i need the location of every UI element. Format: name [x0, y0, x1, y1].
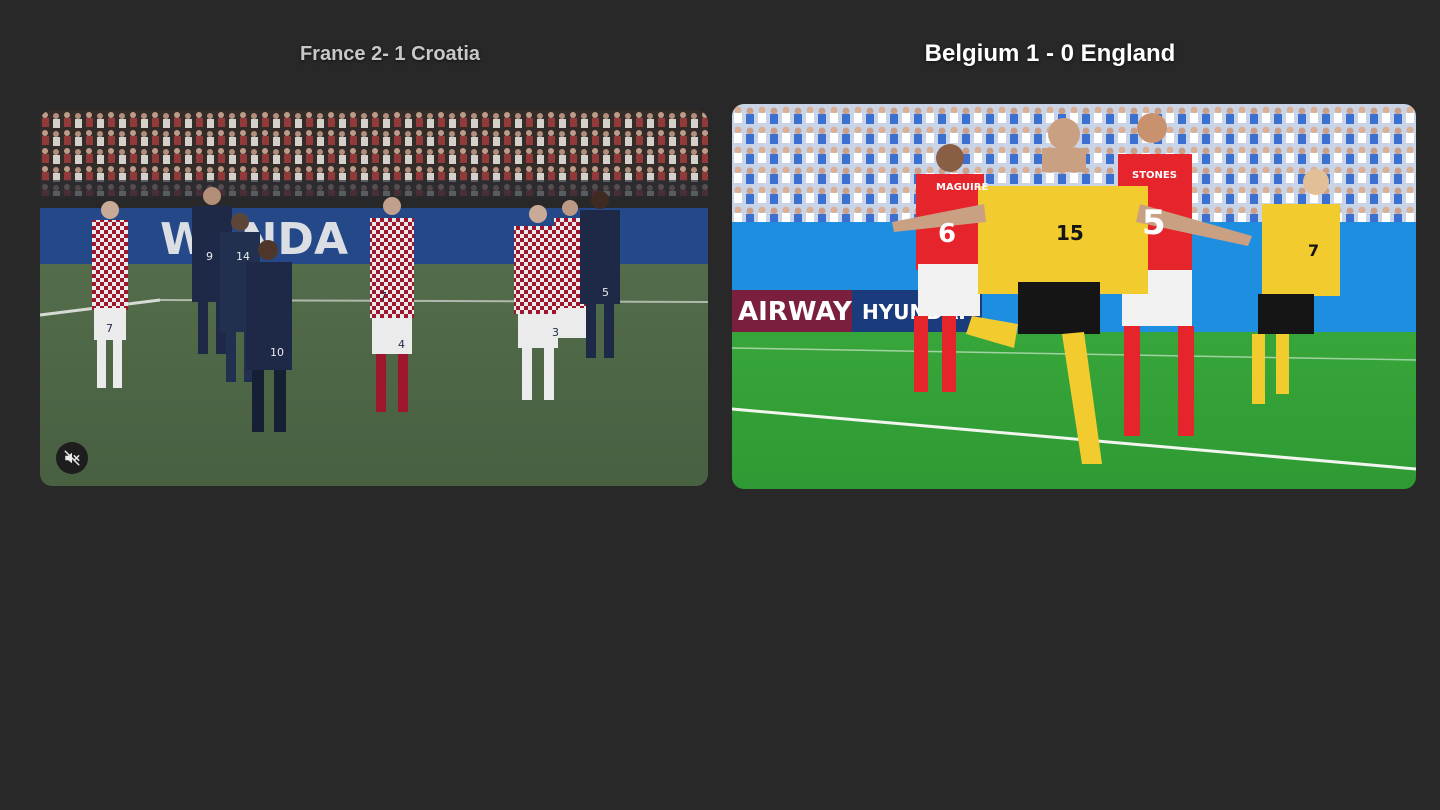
match-title-belgium-england[interactable]: Belgium 1 - 0 England: [732, 40, 1368, 68]
jersey-number: 14: [236, 250, 250, 263]
jersey-number: 7: [380, 290, 387, 303]
mute-button[interactable]: [56, 442, 88, 474]
jersey-number: 7: [1308, 241, 1319, 260]
video-card-belgium-england[interactable]: AIRWAYS HYUNDAI MAGUIRE STONES 6 5 15 7: [732, 104, 1416, 489]
match-title-france-croatia[interactable]: France 2- 1 Croatia: [40, 40, 740, 68]
jersey-number: 9: [206, 250, 213, 263]
shirt-name: MAGUIRE: [936, 182, 988, 193]
video-frame-belgium-england: AIRWAYS HYUNDAI MAGUIRE STONES 6 5 15 7: [732, 104, 1416, 489]
speaker-muted-icon: [64, 450, 80, 466]
jersey-number: 3: [552, 326, 559, 339]
board-text: AIRWAYS: [738, 297, 871, 327]
video-card-france-croatia[interactable]: WANDA: [40, 110, 708, 486]
jersey-number: 15: [1056, 221, 1084, 245]
jersey-number: 7: [106, 322, 113, 335]
video-frame-france-croatia: WANDA: [40, 110, 708, 486]
jersey-number: 5: [602, 286, 609, 299]
jersey-number: 6: [938, 219, 956, 249]
jersey-number: 5: [1142, 203, 1166, 243]
jersey-number: 4: [398, 338, 405, 351]
jersey-number: 10: [270, 346, 284, 359]
shirt-name: STONES: [1132, 170, 1177, 181]
